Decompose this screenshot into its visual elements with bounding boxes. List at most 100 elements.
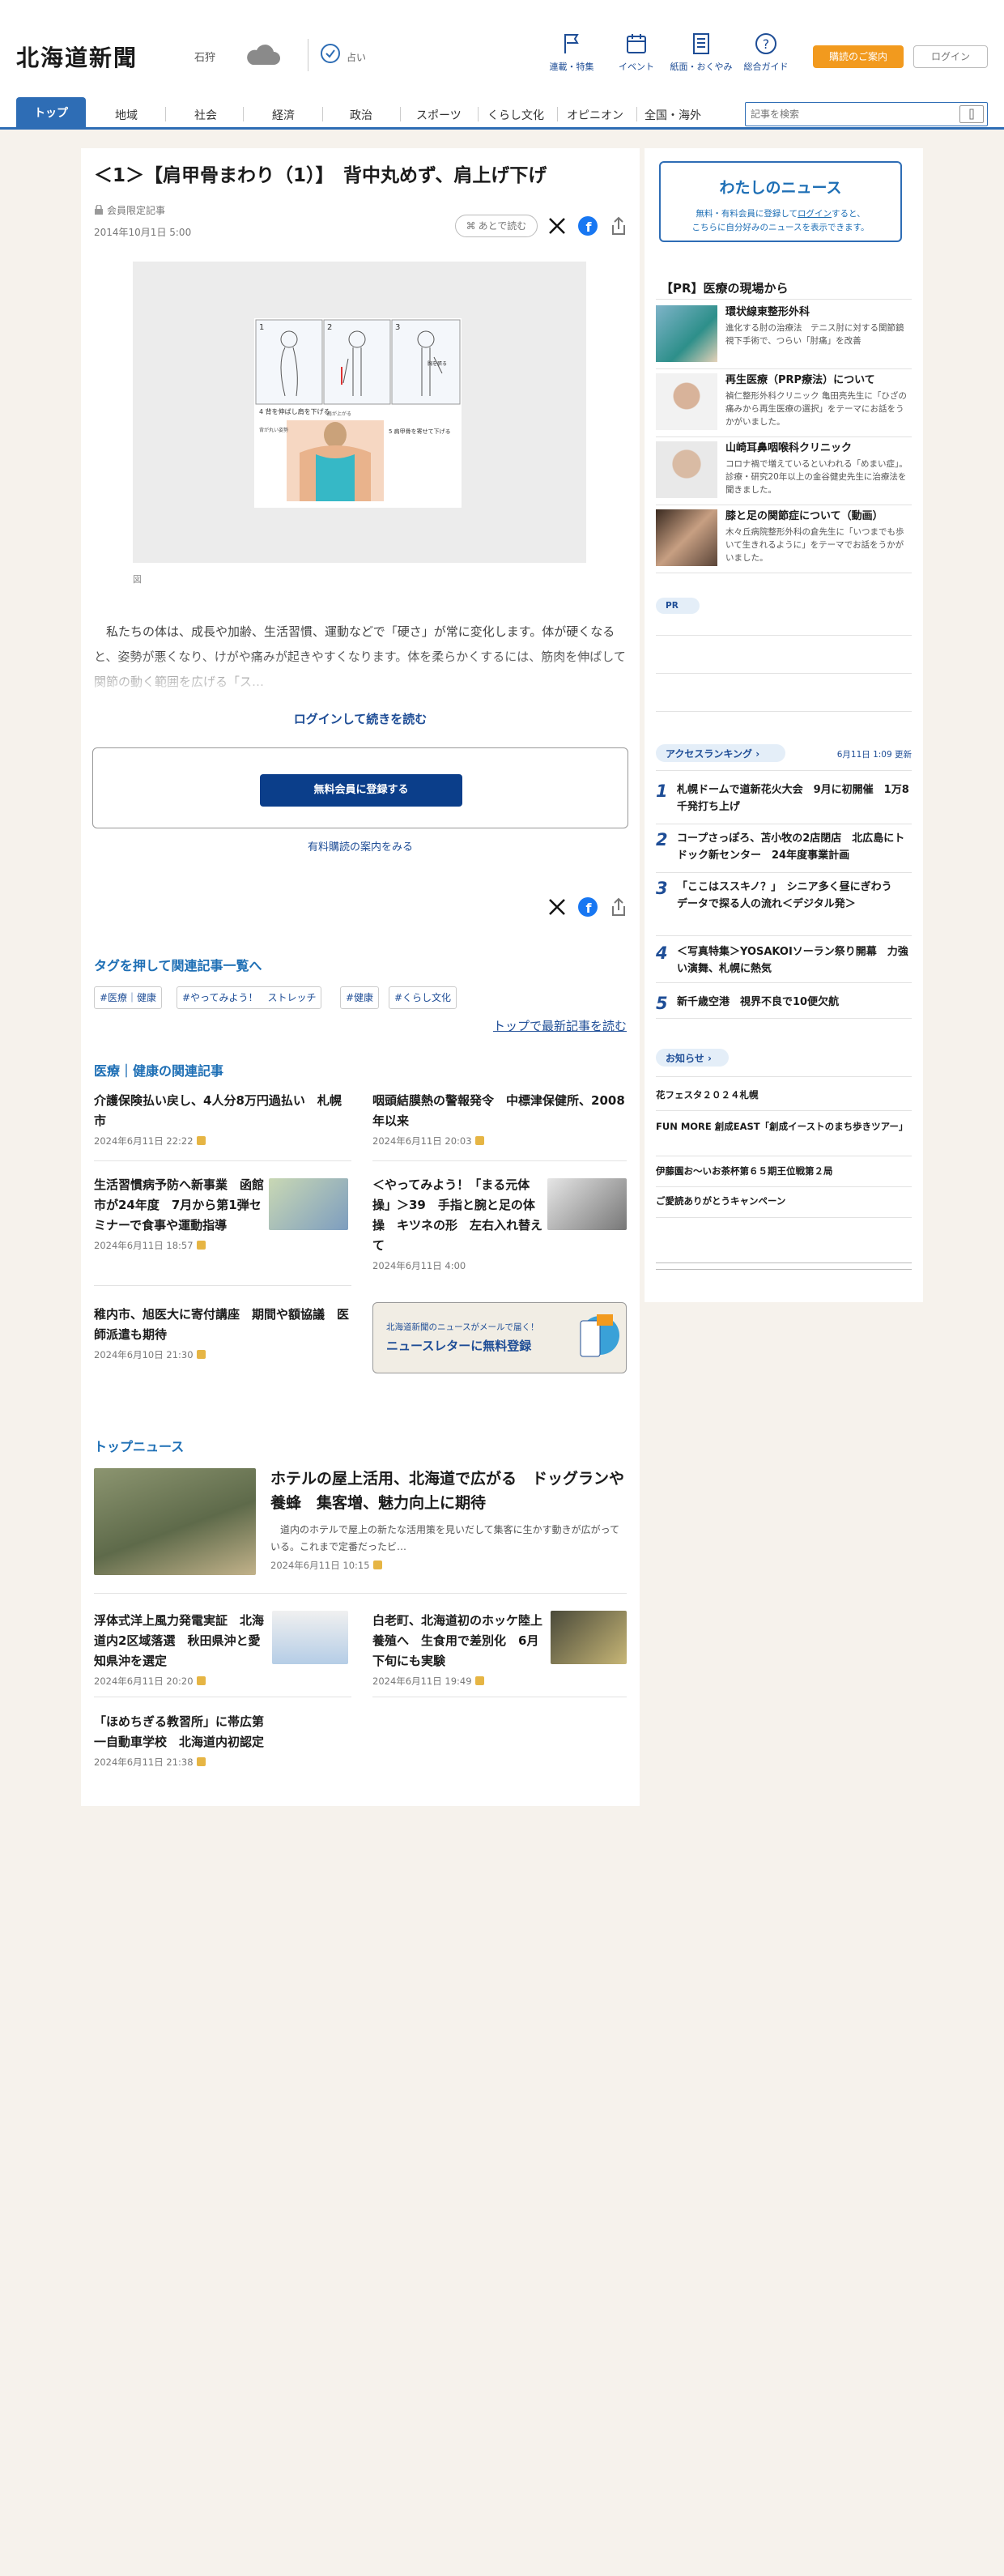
related-thumbnail[interactable]: [269, 1178, 348, 1230]
related-date: 2024年6月11日 18:57: [94, 1240, 194, 1251]
lead-news-title: ホテルの屋上活用、北海道で広がる ドッグランや養蜂 集客増、魅力向上に期待: [270, 1470, 625, 1512]
read-later-button[interactable]: ⌘ あとで読む: [455, 215, 538, 237]
nav-tab-society[interactable]: 社会: [194, 107, 217, 123]
share-icon[interactable]: [609, 897, 628, 917]
pr-item[interactable]: 膝と足の関節症について（動画） 木々丘病院整形外科の倉先生に「いつまでも歩いて生…: [656, 509, 912, 573]
related-title: ＜やってみよう！「まる元体操」＞39 手指と腕と足の体操 キツネの形 左右入れ替…: [372, 1177, 543, 1253]
news-title: 「ほめちぎる教習所」に帯広第一自動車学校 北海道内初認定: [94, 1714, 265, 1749]
tool-guide[interactable]: ? 総合ガイド: [734, 32, 798, 73]
top-latest-link[interactable]: トップで最新記事を読む: [493, 1017, 627, 1034]
nav-tab-local[interactable]: 地域: [115, 107, 138, 123]
news-title: 白老町、北海道初のホッケ陸上養殖へ 生食用で差別化 6月下旬にも実験: [372, 1613, 543, 1668]
tag-culture[interactable]: #くらし文化: [389, 986, 457, 1009]
divider: [656, 872, 912, 873]
news-thumbnail[interactable]: [272, 1611, 348, 1664]
pr-desc: コロナ禍で増えているといわれる「めまい症」。診療・研究20年以上の金谷健史先生に…: [725, 459, 908, 495]
related-thumbnail[interactable]: [547, 1178, 627, 1230]
my-news-login-link[interactable]: ログイン: [798, 209, 832, 219]
login-button[interactable]: ログイン: [913, 45, 988, 68]
pr-item[interactable]: 再生医療（PRP療法）について 禎仁整形外科クリニック 亀田亮先生に「ひざの痛み…: [656, 373, 912, 436]
my-news-title: わたしのニュース: [719, 179, 842, 197]
related-item[interactable]: 稚内市、旭医大に寄付講座 期間や額協議 医師派遣も期待 2024年6月10日 2…: [94, 1305, 351, 1361]
pr-photo: [656, 441, 717, 498]
notice-item[interactable]: 花フェスタ２０２４札幌: [656, 1088, 759, 1101]
flag-icon: [564, 34, 579, 53]
lock-icon: [196, 1676, 206, 1685]
ranking-heading[interactable]: アクセスランキング ›: [666, 747, 759, 760]
notice-item[interactable]: 伊藤園お～いお茶杯第６５期王位戦第２局: [656, 1165, 833, 1177]
divider: [656, 1217, 912, 1218]
article-title: ＜1＞【肩甲骨まわり（1）】 背中丸めず、肩上げ下げ: [94, 165, 547, 186]
related-item[interactable]: 咽頭結膜熱の警報発令 中標津保健所、2008年以来 2024年6月11日 20:…: [372, 1091, 632, 1147]
related-item[interactable]: 介護保険払い戻し、4人分8万円過払い 札幌市 2024年6月11日 22:22: [94, 1091, 353, 1147]
notice-item[interactable]: FUN MORE 創成EAST「創成イーストのまち歩きツアー」: [656, 1120, 912, 1134]
pr-item[interactable]: 山崎耳鼻咽喉科クリニック コロナ禍で増えているといわれる「めまい症」。診療・研究…: [656, 441, 912, 505]
facebook-share-icon[interactable]: f: [578, 216, 598, 236]
x-share-icon[interactable]: [547, 897, 567, 917]
search-icon: [969, 109, 974, 120]
nav-tab-national[interactable]: 全国・海外: [645, 107, 701, 123]
nav-tab-sports[interactable]: スポーツ: [416, 107, 462, 123]
subscribe-button[interactable]: 購読のご案内: [813, 45, 904, 68]
text-fade: [81, 650, 640, 699]
lead-news-photo[interactable]: [94, 1468, 256, 1575]
lock-icon: [474, 1676, 484, 1685]
tool-paper[interactable]: 紙面・おくやみ: [669, 32, 734, 73]
pr-title: 山崎耳鼻咽喉科クリニック: [725, 442, 853, 454]
register-button[interactable]: 無料会員に登録する: [260, 774, 462, 807]
related-item[interactable]: ＜やってみよう！「まる元体操」＞39 手指と腕と足の体操 キツネの形 左右入れ替…: [372, 1175, 542, 1272]
divider: [656, 368, 912, 369]
article-date: 2014年10月1日 5:00: [94, 227, 192, 238]
news-item[interactable]: 浮体式洋上風力発電実証 北海道内2区域落選 秋田県沖と愛知県沖を選定 2024年…: [94, 1611, 264, 1688]
calendar-icon: [627, 34, 646, 53]
nav-tab-economy[interactable]: 経済: [272, 107, 295, 123]
pr-item[interactable]: 環状線東整形外科 進化する肘の治療法 テニス肘に対する関節鏡視下手術で、つらい「…: [656, 305, 912, 368]
paid-subscription-link[interactable]: 有料購読の案内をみる: [81, 838, 640, 854]
rank-number: 5: [656, 994, 668, 1013]
sidebar: わたしのニュース 無料・有料会員に登録してログインすると、 こちらに自分好みのニュ…: [645, 148, 923, 1302]
tag-health[interactable]: #健康: [340, 986, 380, 1009]
news-item[interactable]: 「ほめちぎる教習所」に帯広第一自動車学校 北海道内初認定 2024年6月11日 …: [94, 1712, 264, 1769]
article-figure[interactable]: 1 2 3 胸を張る 4 背を伸ばし肩を下げる 5 肩甲骨を寄せて下げる 背が丸…: [133, 262, 586, 563]
weather-location[interactable]: 石狩: [194, 49, 215, 64]
related-item[interactable]: 生活習慣病予防へ新事業 函館市が24年度 7月から第1弾セミナーで食事や運動指導…: [94, 1175, 264, 1252]
nav-tab-culture[interactable]: くらし文化: [487, 107, 544, 123]
x-share-icon[interactable]: [547, 216, 567, 236]
related-title: 介護保険払い戻し、4人分8万円過払い 札幌市: [94, 1093, 342, 1128]
divider: [656, 635, 912, 636]
news-item[interactable]: 白老町、北海道初のホッケ陸上養殖へ 生食用で差別化 6月下旬にも実験 2024年…: [372, 1611, 542, 1688]
newsletter-banner[interactable]: 北海道新聞のニュースがメールで届く！ ニュースレターに無料登録: [372, 1302, 627, 1373]
fortune-link[interactable]: 占い: [347, 50, 366, 64]
tool-series[interactable]: 連載・特集: [539, 32, 604, 73]
notice-item[interactable]: ご愛読ありがとうキャンペーン: [656, 1194, 785, 1207]
site-logo[interactable]: 北海道新聞: [16, 40, 138, 73]
nav-tab-politics[interactable]: 政治: [350, 107, 372, 123]
search-input[interactable]: [751, 106, 953, 122]
nav-tab-opinion[interactable]: オピニオン: [567, 107, 623, 123]
tag-medical-health[interactable]: #医療｜健康: [94, 986, 163, 1009]
figure-label-4: 4 背を伸ばし肩を下げる: [259, 407, 330, 415]
nav-tab-top[interactable]: トップ: [16, 97, 86, 130]
stretch-illustration: 1 2 3 胸を張る 4 背を伸ばし肩を下げる 5 肩甲骨を寄せて下げる 背が丸…: [254, 318, 462, 508]
share-icon[interactable]: [609, 216, 628, 236]
facebook-share-icon[interactable]: f: [578, 897, 598, 917]
news-thumbnail[interactable]: [551, 1611, 627, 1664]
pr-photo: [656, 373, 717, 430]
nav-divider: [478, 107, 479, 121]
notice-heading[interactable]: お知らせ ›: [666, 1051, 712, 1065]
nav-divider: [165, 107, 166, 121]
lead-news[interactable]: ホテルの屋上活用、北海道で広がる ドッグランや養蜂 集客増、魅力向上に期待 道内…: [270, 1467, 627, 1572]
search-button[interactable]: [959, 105, 984, 123]
login-continue-link[interactable]: ログインして続きを読む: [81, 710, 640, 727]
rank-number: 4: [656, 943, 668, 963]
figure-label-3: 3: [395, 323, 400, 332]
nav-divider: [557, 107, 558, 121]
related-heading: 医療｜健康の関連記事: [94, 1063, 224, 1079]
search-box: [745, 102, 988, 126]
divider: [94, 1593, 627, 1594]
tag-stretch[interactable]: #やってみよう！ ストレッチ: [177, 986, 322, 1009]
tool-events[interactable]: イベント: [604, 32, 669, 73]
my-news-box[interactable]: わたしのニュース 無料・有料会員に登録してログインすると、 こちらに自分好みのニュ…: [659, 161, 902, 242]
nav-divider: [636, 107, 637, 121]
